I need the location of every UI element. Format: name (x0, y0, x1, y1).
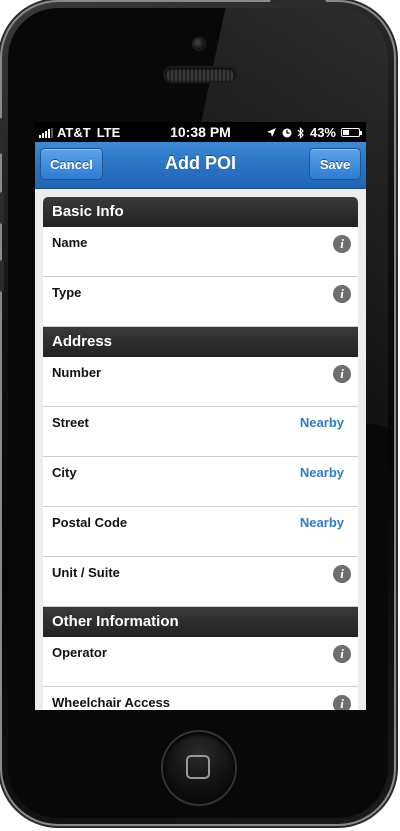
info-icon[interactable]: i (333, 365, 351, 383)
clock-icon (282, 128, 292, 138)
field-row-unit-suite[interactable]: Unit / Suite i (43, 557, 358, 607)
section-header-other-information: Other Information (43, 607, 358, 637)
earpiece-speaker (165, 68, 235, 81)
field-row-operator[interactable]: Operator i (43, 637, 358, 687)
front-camera (193, 38, 205, 50)
volume-up-button (0, 192, 4, 224)
field-label-operator: Operator (52, 645, 107, 660)
field-row-type[interactable]: Type i (43, 277, 358, 327)
nearby-link-city[interactable]: Nearby (300, 465, 344, 480)
poi-form: Basic Info Name i Type i Address Number … (43, 197, 358, 710)
field-row-name[interactable]: Name i (43, 227, 358, 277)
power-button (270, 0, 326, 4)
location-arrow-icon (266, 127, 277, 138)
field-label-street: Street (52, 415, 89, 430)
battery-percent: 43% (309, 125, 336, 140)
field-label-name: Name (52, 235, 88, 250)
home-button[interactable] (163, 732, 235, 804)
battery-icon (341, 128, 362, 137)
field-label-unit-suite: Unit / Suite (52, 565, 120, 580)
navigation-bar: Cancel Add POI Save (35, 142, 366, 189)
field-label-wheelchair-access: Wheelchair Access (52, 695, 171, 710)
bluetooth-icon (297, 126, 305, 139)
mute-switch (0, 118, 4, 154)
info-icon[interactable]: i (333, 285, 351, 303)
field-row-wheelchair-access[interactable]: Wheelchair Access i (43, 687, 358, 710)
field-row-number[interactable]: Number i (43, 357, 358, 407)
field-row-postal-code[interactable]: Postal Code Nearby (43, 507, 358, 557)
field-label-number: Number (52, 365, 102, 380)
info-icon[interactable]: i (333, 695, 351, 710)
field-label-postal-code: Postal Code (52, 515, 128, 530)
field-row-city[interactable]: City Nearby (43, 457, 358, 507)
volume-down-button (0, 260, 4, 292)
nearby-link-street[interactable]: Nearby (300, 415, 344, 430)
info-icon[interactable]: i (333, 565, 351, 583)
status-right: 43% (266, 125, 362, 140)
field-label-type: Type (52, 285, 82, 300)
info-icon[interactable]: i (333, 645, 351, 663)
home-square-icon (186, 755, 210, 779)
status-bar: AT&T LTE 10:38 PM 43% (35, 122, 366, 142)
field-label-city: City (52, 465, 77, 480)
nearby-link-postal-code[interactable]: Nearby (300, 515, 344, 530)
info-icon[interactable]: i (333, 235, 351, 253)
battery-level-fill (343, 130, 350, 135)
save-button[interactable]: Save (309, 148, 361, 180)
app-screen: AT&T LTE 10:38 PM 43% Cancel Add POI Sav… (35, 122, 366, 710)
section-header-basic-info: Basic Info (43, 197, 358, 227)
section-header-address: Address (43, 327, 358, 357)
field-row-street[interactable]: Street Nearby (43, 407, 358, 457)
